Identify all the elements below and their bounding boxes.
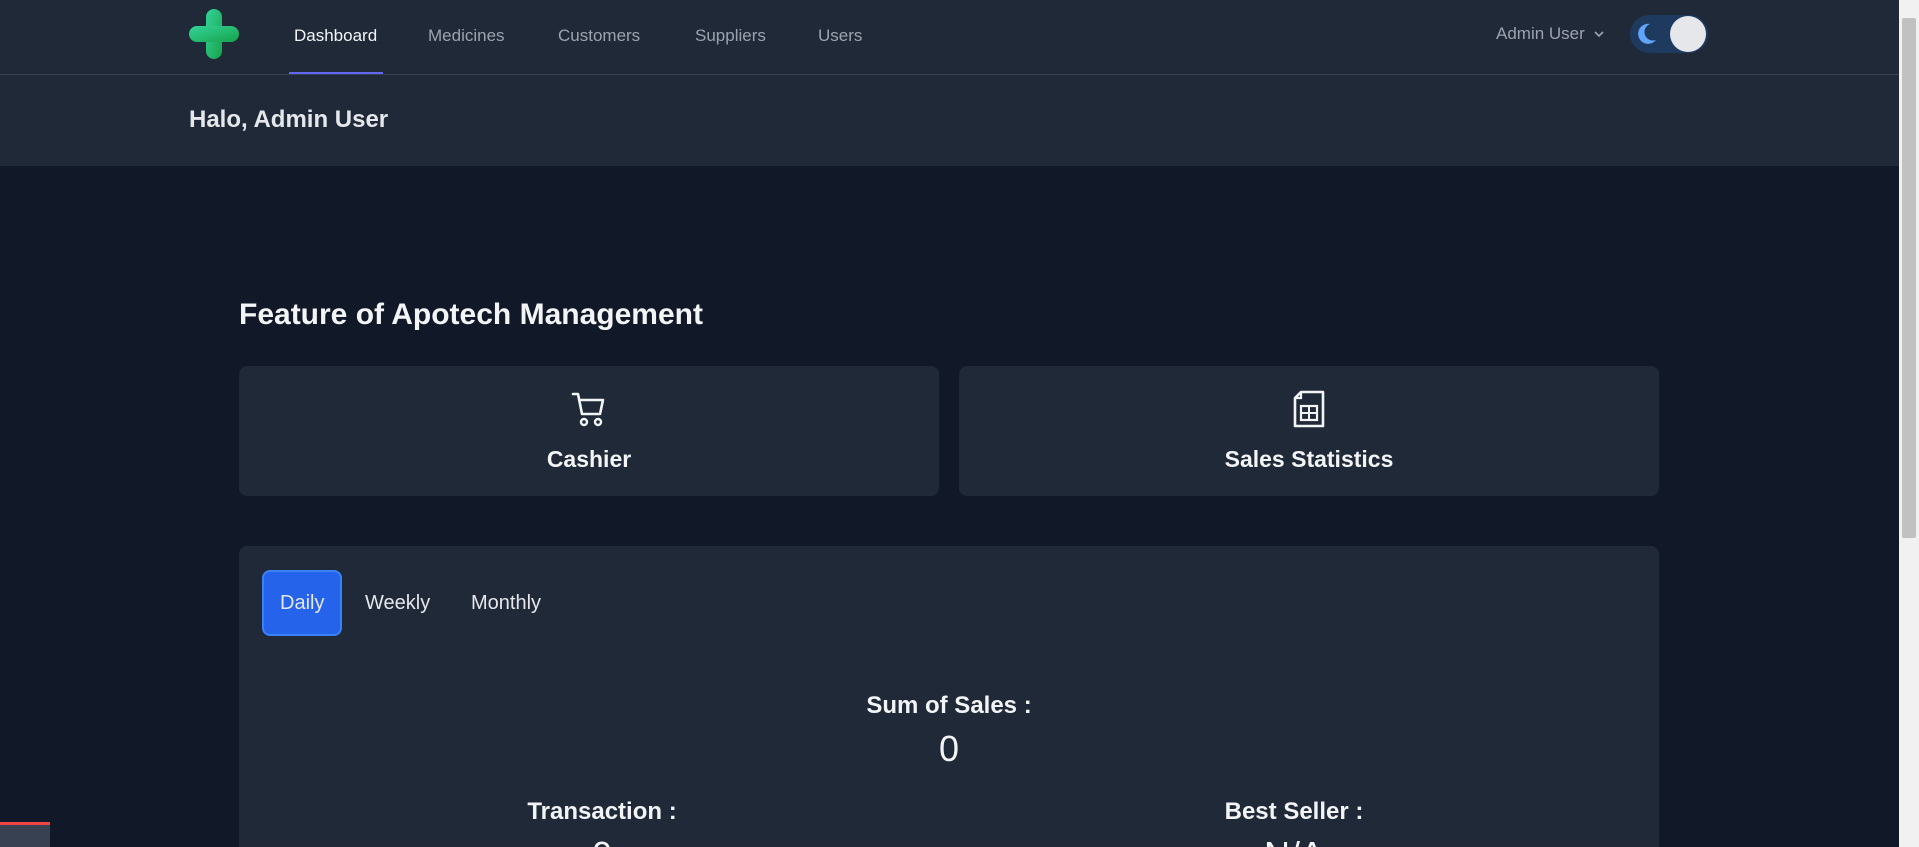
transaction-label: Transaction : [527, 798, 677, 825]
nav-suppliers[interactable]: Suppliers [695, 0, 766, 74]
section-title: Feature of Apotech Management [239, 298, 703, 331]
cart-icon [571, 392, 605, 427]
chevron-down-icon [1594, 31, 1604, 38]
scrollbar-thumb[interactable] [1902, 18, 1916, 538]
theme-toggle[interactable] [1630, 15, 1708, 53]
moon-icon [1638, 23, 1656, 44]
sum-of-sales-label: Sum of Sales : [866, 692, 1032, 719]
nav-dashboard[interactable]: Dashboard [294, 0, 377, 74]
tab-monthly[interactable]: Monthly [455, 570, 557, 636]
sales-statistics-label: Sales Statistics [1224, 446, 1394, 472]
report-icon [1293, 390, 1325, 428]
tab-weekly[interactable]: Weekly [349, 570, 446, 636]
nav-active-underline [289, 72, 383, 74]
nav-medicines[interactable]: Medicines [428, 0, 505, 74]
sales-stats-panel: Daily Weekly Monthly Sum of Sales : 0 Tr… [239, 546, 1659, 847]
cashier-label: Cashier [546, 446, 632, 472]
greeting-text: Halo, Admin User [189, 106, 389, 133]
tab-daily[interactable]: Daily [262, 570, 343, 636]
user-name-label: Admin User [1496, 24, 1585, 43]
plus-cross-logo-icon[interactable] [189, 9, 239, 59]
sum-of-sales-value: 0 [938, 728, 960, 769]
best-seller-label: Best Seller : [1224, 798, 1364, 825]
debug-toolbar-badge[interactable] [0, 822, 50, 847]
toggle-knob [1670, 16, 1706, 52]
cashier-card[interactable]: Cashier [239, 366, 939, 496]
top-navbar: Dashboard Medicines Customers Suppliers … [0, 0, 1899, 75]
sales-statistics-card[interactable]: Sales Statistics [959, 366, 1659, 496]
best-seller-value: N/A [1144, 834, 1444, 847]
user-menu-dropdown[interactable]: Admin User [1496, 0, 1605, 68]
nav-users[interactable]: Users [818, 0, 862, 74]
nav-customers[interactable]: Customers [558, 0, 640, 74]
transaction-value: 0 [452, 834, 752, 847]
